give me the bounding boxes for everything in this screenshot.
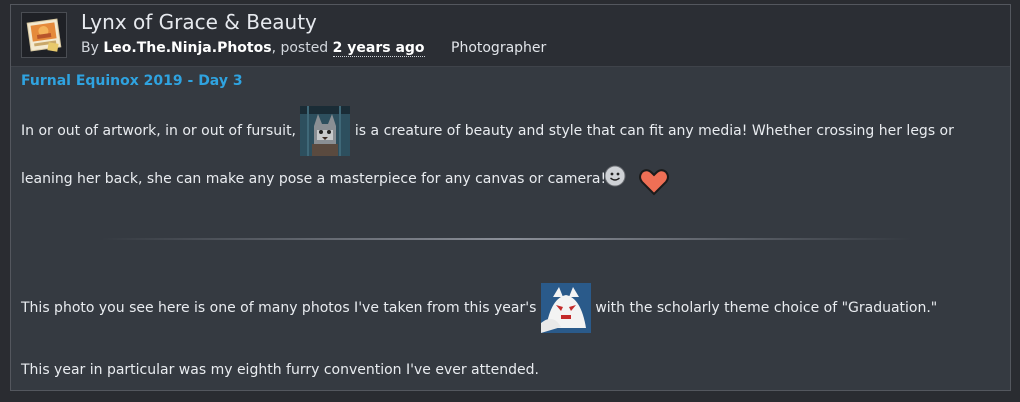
para3-after-text: with the scholarly theme choice of "Grad… bbox=[595, 300, 938, 316]
description-paragraph-1: In or out of artwork, in or out of fursu… bbox=[21, 106, 954, 156]
description-paragraph-2: leaning her back, she can make any pose … bbox=[21, 171, 606, 187]
section-divider bbox=[101, 238, 911, 240]
convention-icon[interactable] bbox=[540, 283, 591, 333]
para1-before-text: In or out of artwork, in or out of fursu… bbox=[21, 123, 297, 139]
description-heading: Furnal Equinox 2019 - Day 3 bbox=[21, 73, 243, 89]
posted-label: , posted bbox=[271, 40, 329, 56]
submission-header: Lynx of Grace & Beauty By Leo.The.Ninja.… bbox=[11, 5, 1010, 67]
para2-text: leaning her back, she can make any pose … bbox=[21, 171, 607, 187]
para1-after-text: is a creature of beauty and style that c… bbox=[354, 123, 954, 139]
heart-emoji bbox=[639, 169, 669, 196]
lynx-user-icon[interactable] bbox=[300, 106, 351, 156]
by-label: By bbox=[81, 40, 99, 56]
author-avatar[interactable] bbox=[21, 12, 67, 58]
posted-date[interactable]: 2 years ago bbox=[332, 40, 425, 57]
para3-before-text: This photo you see here is one of many p… bbox=[21, 300, 537, 316]
category-label: Photographer bbox=[451, 40, 547, 56]
description-paragraph-3: This photo you see here is one of many p… bbox=[21, 283, 937, 333]
submission-title: Lynx of Grace & Beauty bbox=[81, 10, 317, 34]
submission-panel: Lynx of Grace & Beauty By Leo.The.Ninja.… bbox=[10, 4, 1011, 391]
smiley-emoji bbox=[604, 165, 626, 187]
photo-avatar-icon bbox=[22, 13, 66, 57]
description-paragraph-4: This year in particular was my eighth fu… bbox=[21, 362, 539, 378]
byline: By Leo.The.Ninja.Photos, posted 2 years … bbox=[81, 40, 547, 57]
para4-text: This year in particular was my eighth fu… bbox=[21, 362, 539, 378]
author-link[interactable]: Leo.The.Ninja.Photos bbox=[103, 40, 271, 56]
